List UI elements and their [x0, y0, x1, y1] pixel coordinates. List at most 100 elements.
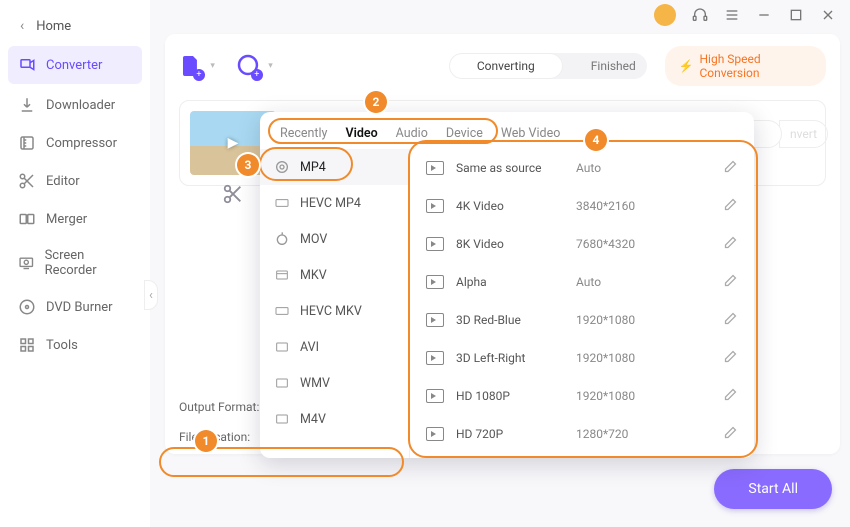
sidebar-item-downloader[interactable]: Downloader	[0, 86, 150, 124]
sidebar-item-label: Merger	[46, 212, 87, 227]
resolution-option[interactable]: 3D Left-Right1920*1080	[410, 339, 754, 377]
add-url-button[interactable]: +▾	[237, 53, 261, 79]
scissors-icon	[18, 172, 36, 190]
resolution-value: Auto	[576, 275, 711, 289]
recorder-icon	[18, 254, 35, 272]
disc-icon	[18, 298, 36, 316]
resolution-value: 1280*720	[576, 427, 711, 441]
callout-4: 4	[585, 129, 607, 151]
edit-preset-icon[interactable]	[723, 311, 738, 329]
resolution-option[interactable]: HD 720P1280*720	[410, 415, 754, 453]
converter-panel: +▾ +▾ Converting Finished ⚡High Speed Co…	[165, 34, 840, 454]
format-option-wmv[interactable]: WMV	[260, 365, 409, 401]
sidebar-item-compressor[interactable]: Compressor	[0, 124, 150, 162]
start-all-button[interactable]: Start All	[714, 469, 832, 509]
edit-preset-icon[interactable]	[723, 387, 738, 405]
resolution-value: 7680*4320	[576, 237, 711, 251]
resolution-name: Same as source	[456, 161, 564, 175]
format-option-hevc-mkv[interactable]: HEVC MKV	[260, 293, 409, 329]
converter-icon	[18, 56, 36, 74]
grid-icon	[18, 336, 36, 354]
film-icon	[274, 411, 290, 427]
fmt-tab-device[interactable]: Device	[446, 126, 483, 141]
video-badge-icon	[426, 275, 444, 289]
resolution-option[interactable]: 3D Red-Blue 1920*1080	[410, 301, 754, 339]
sidebar-item-screen-recorder[interactable]: Screen Recorder	[0, 238, 150, 288]
target-icon	[274, 159, 290, 175]
sidebar-item-label: DVD Burner	[46, 300, 113, 315]
resolution-name: 8K Video	[456, 237, 564, 251]
video-badge-icon	[426, 313, 444, 327]
resolution-name: 3D Red-Blue	[456, 313, 564, 327]
status-tabs: Converting Finished	[449, 53, 647, 79]
film-icon	[274, 339, 290, 355]
convert-button[interactable]: nvert	[779, 120, 828, 148]
sidebar: ‹ Home Converter Downloader Compressor E…	[0, 0, 150, 527]
add-file-button[interactable]: +▾	[179, 53, 203, 79]
format-option-mov[interactable]: MOV	[260, 221, 409, 257]
edit-preset-icon[interactable]	[723, 159, 738, 177]
resolution-value: 1920*1080	[576, 313, 711, 327]
minimize-icon[interactable]	[756, 7, 772, 23]
video-badge-icon	[426, 161, 444, 175]
edit-preset-icon[interactable]	[723, 425, 738, 443]
edit-preset-icon[interactable]	[723, 349, 738, 367]
sidebar-item-label: Converter	[46, 58, 102, 73]
fmt-tab-video[interactable]: Video	[345, 126, 377, 141]
callout-3: 3	[237, 154, 259, 176]
resolution-name: Alpha	[456, 275, 564, 289]
edit-preset-icon[interactable]	[723, 235, 738, 253]
chevron-left-icon: ‹	[20, 18, 24, 34]
resolution-value: 1920*1080	[576, 389, 711, 403]
sidebar-item-converter[interactable]: Converter	[8, 46, 142, 84]
chevron-down-icon: ▾	[268, 61, 273, 71]
collapse-sidebar-button[interactable]: ‹	[144, 280, 158, 310]
headset-icon[interactable]	[692, 7, 708, 23]
hevc-icon	[274, 303, 290, 319]
file-location-label: File Location:	[179, 430, 265, 444]
hevc-icon	[274, 195, 290, 211]
format-list: MP4 HEVC MP4 MOV MKV HEVC MKV AVI WMV M4…	[260, 149, 410, 458]
resolution-option[interactable]: Alpha Auto	[410, 263, 754, 301]
tab-converting[interactable]: Converting	[449, 53, 563, 79]
sidebar-item-label: Tools	[46, 338, 78, 353]
menu-icon[interactable]	[724, 7, 740, 23]
video-badge-icon	[426, 427, 444, 441]
edit-preset-icon[interactable]	[723, 273, 738, 291]
sidebar-item-tools[interactable]: Tools	[0, 326, 150, 364]
sidebar-item-editor[interactable]: Editor	[0, 162, 150, 200]
output-format-label: Output Format:	[179, 400, 265, 414]
download-icon	[18, 96, 36, 114]
resolution-value: Auto	[576, 161, 711, 175]
sidebar-item-label: Screen Recorder	[45, 248, 132, 278]
callout-1: 1	[195, 430, 217, 452]
maximize-icon[interactable]	[788, 7, 804, 23]
format-option-hevc-mp4[interactable]: HEVC MP4	[260, 185, 409, 221]
sidebar-item-dvd-burner[interactable]: DVD Burner	[0, 288, 150, 326]
edit-preset-icon[interactable]	[723, 197, 738, 215]
tab-finished[interactable]: Finished	[563, 53, 647, 79]
resolution-value: 1920*1080	[576, 351, 711, 365]
fmt-tab-web-video[interactable]: Web Video	[501, 126, 560, 141]
format-dropdown-panel: Recently Video Audio Device Web Video MP…	[260, 112, 754, 458]
sidebar-item-merger[interactable]: Merger	[0, 200, 150, 238]
close-icon[interactable]	[820, 7, 836, 23]
fmt-tab-recently[interactable]: Recently	[280, 126, 327, 141]
back-home[interactable]: ‹ Home	[0, 8, 150, 44]
user-avatar[interactable]	[654, 4, 676, 26]
callout-2: 2	[365, 91, 387, 113]
video-badge-icon	[426, 389, 444, 403]
resolution-option[interactable]: Same as source Auto	[410, 149, 754, 187]
format-option-mp4[interactable]: MP4	[260, 149, 409, 185]
format-option-mkv[interactable]: MKV	[260, 257, 409, 293]
format-option-m4v[interactable]: M4V	[260, 401, 409, 437]
sidebar-item-label: Downloader	[46, 98, 115, 113]
fmt-tab-audio[interactable]: Audio	[396, 126, 428, 141]
resolution-option[interactable]: 8K Video 7680*4320	[410, 225, 754, 263]
resolution-option[interactable]: 4K Video3840*2160	[410, 187, 754, 225]
apple-icon	[274, 231, 290, 247]
format-option-avi[interactable]: AVI	[260, 329, 409, 365]
resolution-option[interactable]: HD 1080P1920*1080	[410, 377, 754, 415]
film-icon	[274, 375, 290, 391]
high-speed-badge[interactable]: ⚡High Speed Conversion	[665, 46, 826, 86]
